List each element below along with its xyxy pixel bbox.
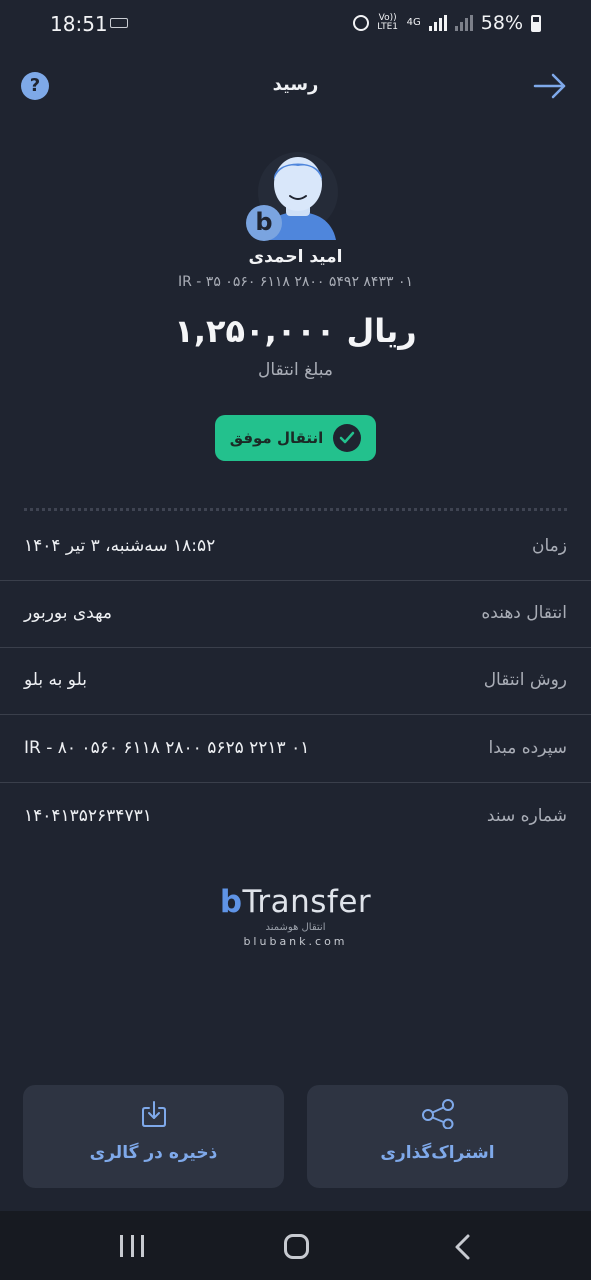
check-icon (333, 424, 362, 452)
detail-row-sender: انتقال دهنده مهدی بوربور (0, 581, 591, 648)
share-icon (307, 1099, 568, 1129)
detail-label: سپرده مبدا (488, 738, 567, 758)
avatar: b (246, 150, 346, 245)
detail-label: روش انتقال (483, 670, 567, 690)
status-label: انتقال موفق (229, 429, 324, 447)
amount-label: مبلغ انتقال (257, 360, 334, 380)
status-time: 18:51 (50, 12, 108, 36)
signal-2-icon (454, 15, 473, 31)
brand-url: blubank.com (243, 935, 348, 948)
detail-row-time: زمان ۱۸:۵۲ سه‌شنبه، ۳ تیر ۱۴۰۴ (0, 514, 591, 581)
detail-value: IR - ۸۰ ۰۵۶۰ ۶۱۱۸ ۲۸۰۰ ۵۶۲۵ ۲۲۱۳ ۰۱ (24, 738, 310, 758)
recipient-iban: IR - ۳۵ ۰۵۶۰ ۶۱۱۸ ۲۸۰۰ ۵۴۹۲ ۸۴۳۳ ۰۱ (178, 274, 413, 290)
save-to-gallery-button[interactable]: ذخیره در گالری (23, 1085, 284, 1188)
brand-tagline: انتقال هوشمند (265, 922, 326, 933)
navigation-bar (0, 1211, 591, 1280)
network-type: 4G (406, 17, 421, 28)
status-badge: انتقال موفق (215, 415, 376, 461)
signal-icon (428, 15, 447, 31)
brand-b: b (219, 884, 243, 920)
detail-label: انتقال دهنده (481, 603, 567, 623)
nav-back-icon[interactable] (453, 1233, 473, 1261)
page-title: رسید (272, 74, 319, 95)
alarm-icon (352, 15, 369, 31)
divider (24, 508, 567, 511)
back-arrow-icon[interactable] (533, 72, 567, 100)
detail-label: زمان (532, 536, 567, 556)
save-label: ذخیره در گالری (89, 1143, 218, 1163)
download-icon (23, 1099, 284, 1129)
header: ? رسید (0, 60, 591, 112)
status-bar: 18:51 Vo)) LTE1 4G 58% (0, 0, 591, 48)
detail-row-document-number: شماره سند ۱۴۰۴۱۳۵۲۶۳۴۷۳۱ (0, 784, 591, 851)
detail-value: بلو به بلو (24, 670, 87, 690)
share-button[interactable]: اشتراک‌گذاری (307, 1085, 568, 1188)
notification-icon (110, 18, 128, 28)
brand-word: Transfer (242, 884, 372, 920)
share-label: اشتراک‌گذاری (380, 1143, 495, 1163)
detail-row-method: روش انتقال بلو به بلو (0, 648, 591, 715)
recents-icon[interactable] (120, 1235, 144, 1257)
detail-value: مهدی بوربور (24, 603, 113, 623)
home-icon[interactable] (284, 1234, 309, 1259)
detail-value: ۱۸:۵۲ سه‌شنبه، ۳ تیر ۱۴۰۴ (24, 536, 216, 556)
brand-logo: bTransfer انتقال هوشمند blubank.com (0, 884, 591, 948)
volte-indicator: Vo)) LTE1 (377, 13, 398, 32)
recipient-name: امید احمدی (248, 247, 343, 267)
detail-value: ۱۴۰۴۱۳۵۲۶۳۴۷۳۱ (24, 806, 152, 826)
detail-row-source-account: سپرده مبدا IR - ۸۰ ۰۵۶۰ ۶۱۱۸ ۲۸۰۰ ۵۶۲۵ ۲… (0, 716, 591, 783)
detail-label: شماره سند (486, 806, 567, 826)
status-icons: Vo)) LTE1 4G 58% (352, 12, 541, 34)
battery-icon (531, 14, 541, 32)
brand-name: bTransfer (0, 884, 591, 920)
transfer-amount: ۱,۲۵۰,۰۰۰ ریال (174, 312, 417, 350)
battery-percent: 58% (480, 12, 523, 34)
blubank-badge: b (246, 205, 282, 241)
